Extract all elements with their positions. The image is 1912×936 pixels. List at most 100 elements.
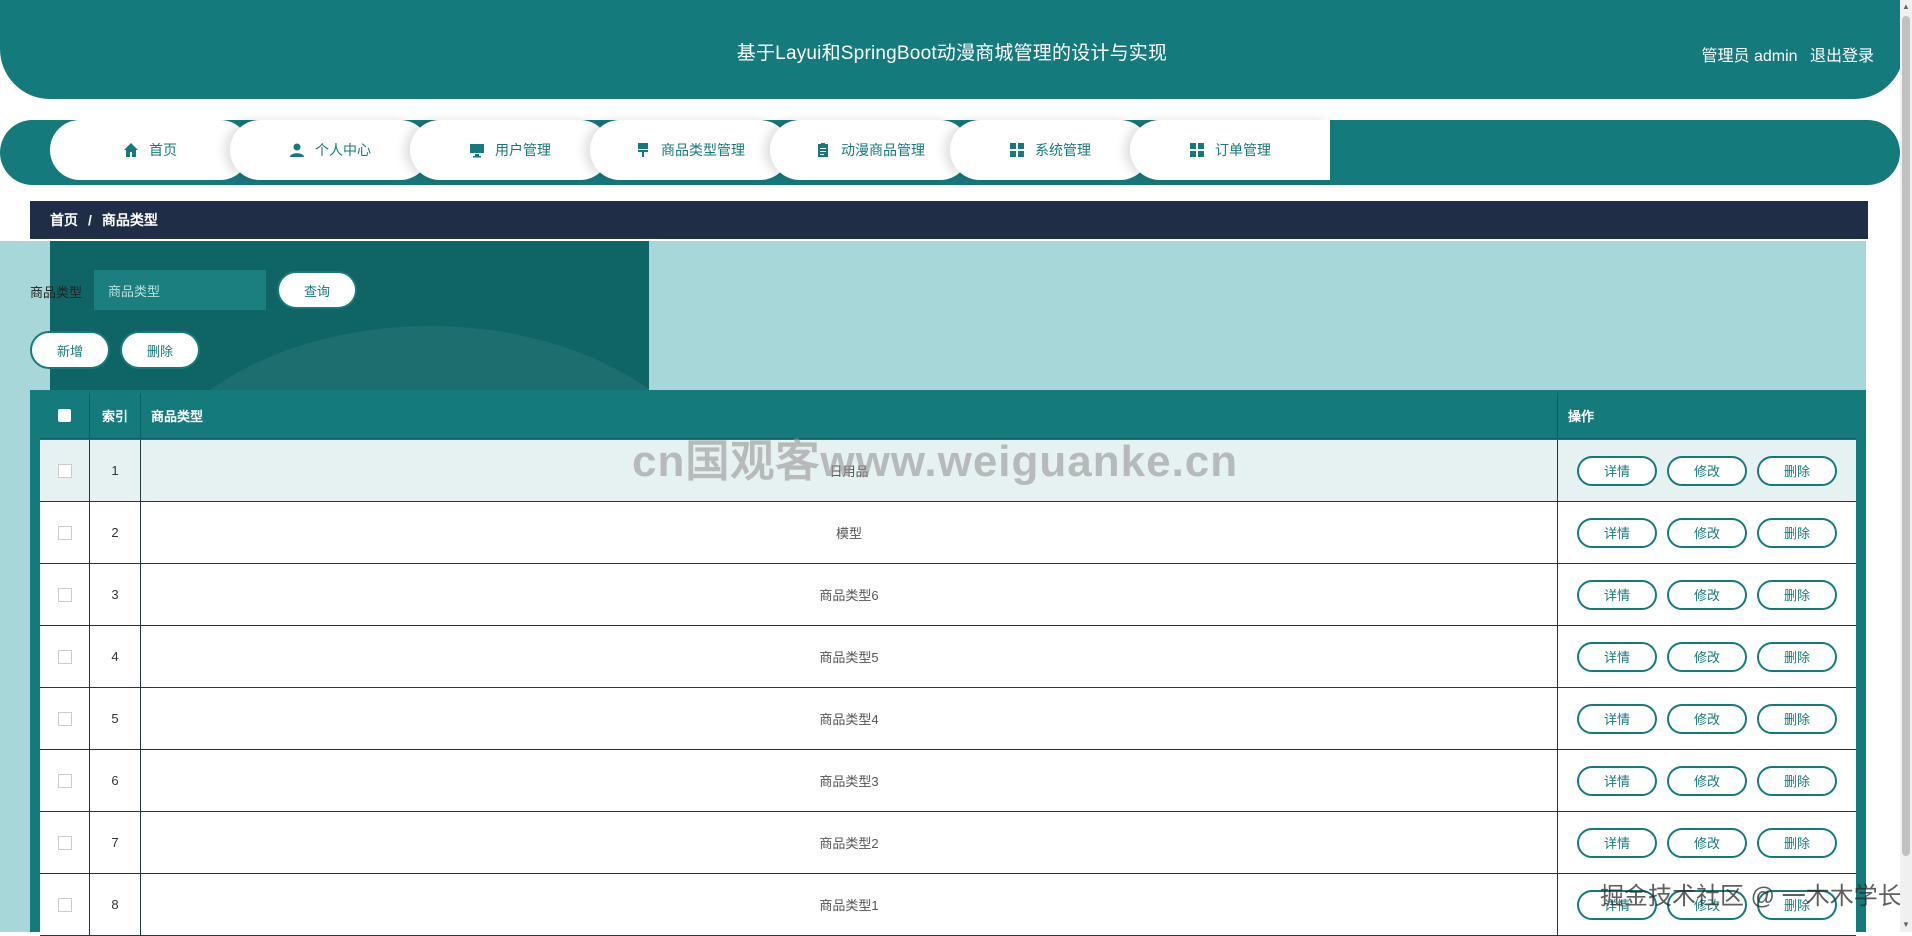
table-row: 7 商品类型2 详情 修改 删除 xyxy=(40,812,1856,874)
row-index: 7 xyxy=(90,812,141,873)
select-all-checkbox[interactable] xyxy=(58,409,71,422)
row-checkbox-cell xyxy=(40,626,90,687)
nav-item-profile[interactable]: 个人中心 xyxy=(230,120,430,180)
edit-button[interactable]: 修改 xyxy=(1667,579,1747,610)
row-checkbox-cell xyxy=(40,750,90,811)
edit-button[interactable]: 修改 xyxy=(1667,827,1747,858)
user-area: 管理员 admin 退出登录 xyxy=(1694,42,1875,66)
search-label: 商品类型 xyxy=(30,285,83,300)
row-name: 商品类型6 xyxy=(141,564,1558,625)
nav-label: 系统管理 xyxy=(1035,142,1091,158)
table-row: 6 商品类型3 详情 修改 删除 xyxy=(40,750,1856,812)
row-checkbox-cell xyxy=(40,812,90,873)
delete-button[interactable]: 删除 xyxy=(1757,641,1837,672)
row-checkbox-cell xyxy=(40,874,90,935)
breadcrumb-home[interactable]: 首页 xyxy=(50,210,78,230)
query-button[interactable]: 查询 xyxy=(277,271,357,309)
breadcrumb-separator: / xyxy=(88,212,92,228)
top-header: 基于Layui和SpringBoot动漫商城管理的设计与实现 管理员 admin… xyxy=(0,0,1904,99)
row-ops: 详情 修改 删除 xyxy=(1558,750,1856,811)
app-title: 基于Layui和SpringBoot动漫商城管理的设计与实现 xyxy=(736,43,1168,64)
detail-button[interactable]: 详情 xyxy=(1577,765,1657,796)
breadcrumb-current: 商品类型 xyxy=(101,212,158,228)
edit-button[interactable]: 修改 xyxy=(1667,517,1747,548)
grid-icon xyxy=(1009,142,1025,158)
nav-label: 个人中心 xyxy=(315,142,371,158)
edit-button[interactable]: 修改 xyxy=(1667,641,1747,672)
table-row: 2 模型 详情 修改 删除 xyxy=(40,502,1856,564)
delete-button[interactable]: 删除 xyxy=(1757,517,1837,548)
decorative-circle xyxy=(130,326,649,390)
row-checkbox[interactable] xyxy=(57,897,72,912)
nav-label: 首页 xyxy=(149,142,177,158)
nav-label: 用户管理 xyxy=(495,142,551,158)
nav-label: 商品类型管理 xyxy=(661,142,745,158)
row-checkbox[interactable] xyxy=(57,525,72,540)
brush-icon xyxy=(635,142,651,158)
nav-item-users[interactable]: 用户管理 xyxy=(410,120,610,180)
clipboard-icon xyxy=(815,142,831,158)
row-checkbox[interactable] xyxy=(57,773,72,788)
logout-link[interactable]: 退出登录 xyxy=(1810,48,1874,65)
grid-icon xyxy=(1189,142,1205,158)
row-index: 3 xyxy=(90,564,141,625)
edit-button[interactable]: 修改 xyxy=(1667,455,1747,486)
detail-button[interactable]: 详情 xyxy=(1577,703,1657,734)
user-icon xyxy=(289,142,305,158)
table-row: 5 商品类型4 详情 修改 删除 xyxy=(40,688,1856,750)
search-input[interactable]: 商品类型 xyxy=(94,270,266,310)
row-name: 商品类型1 xyxy=(141,874,1558,935)
header-checkbox-cell xyxy=(40,393,90,438)
delete-button[interactable]: 删除 xyxy=(1757,703,1837,734)
row-ops: 详情 修改 删除 xyxy=(1558,502,1856,563)
add-button[interactable]: 新增 xyxy=(30,331,110,369)
detail-button[interactable]: 详情 xyxy=(1577,827,1657,858)
center-watermark: cn国观客www.weiguanke.cn xyxy=(632,437,1239,486)
delete-button[interactable]: 删除 xyxy=(1757,455,1837,486)
nav-item-orders[interactable]: 订单管理 xyxy=(1130,120,1330,180)
row-checkbox[interactable] xyxy=(57,587,72,602)
detail-button[interactable]: 详情 xyxy=(1577,455,1657,486)
header-ops: 操作 xyxy=(1568,409,1595,424)
delete-button[interactable]: 删除 xyxy=(1757,579,1837,610)
table-body: 1 日用品 详情 修改 删除 2 模型 详情 修改 删除 3 商品类型6 详情 xyxy=(40,440,1856,936)
row-checkbox-cell xyxy=(40,440,90,501)
row-ops: 详情 修改 删除 xyxy=(1558,440,1856,501)
detail-button[interactable]: 详情 xyxy=(1577,641,1657,672)
row-ops: 详情 修改 删除 xyxy=(1558,812,1856,873)
row-name: 商品类型5 xyxy=(141,626,1558,687)
page-scrollbar[interactable]: ▲ ▼ xyxy=(1900,0,1912,932)
row-index: 8 xyxy=(90,874,141,935)
row-checkbox-cell xyxy=(40,564,90,625)
user-label: 管理员 admin xyxy=(1701,48,1798,65)
breadcrumb: 首页 / 商品类型 xyxy=(30,201,1868,239)
row-ops: 详情 修改 删除 xyxy=(1558,564,1856,625)
row-checkbox[interactable] xyxy=(57,463,72,478)
scrollbar-thumb[interactable] xyxy=(1902,16,1910,856)
header-index: 索引 xyxy=(90,393,141,438)
detail-button[interactable]: 详情 xyxy=(1577,579,1657,610)
row-ops: 详情 修改 删除 xyxy=(1558,688,1856,749)
nav-item-home[interactable]: 首页 xyxy=(50,120,250,180)
monitor-icon xyxy=(469,142,485,158)
edit-button[interactable]: 修改 xyxy=(1667,765,1747,796)
scroll-up-icon[interactable]: ▲ xyxy=(1902,2,1910,12)
batch-delete-button[interactable]: 删除 xyxy=(120,331,200,369)
row-name: 模型 xyxy=(141,502,1558,563)
edit-button[interactable]: 修改 xyxy=(1667,703,1747,734)
scroll-down-icon[interactable]: ▼ xyxy=(1902,920,1910,930)
row-ops: 详情 修改 删除 xyxy=(1558,626,1856,687)
row-checkbox[interactable] xyxy=(57,711,72,726)
delete-button[interactable]: 删除 xyxy=(1757,827,1837,858)
delete-button[interactable]: 删除 xyxy=(1757,765,1837,796)
table-row: 4 商品类型5 详情 修改 删除 xyxy=(40,626,1856,688)
row-index: 2 xyxy=(90,502,141,563)
detail-button[interactable]: 详情 xyxy=(1577,517,1657,548)
nav-item-product-types[interactable]: 商品类型管理 xyxy=(590,120,790,180)
nav-item-anime-products[interactable]: 动漫商品管理 xyxy=(770,120,970,180)
row-checkbox[interactable] xyxy=(57,835,72,850)
row-checkbox[interactable] xyxy=(57,649,72,664)
nav-label: 动漫商品管理 xyxy=(841,142,925,158)
row-index: 1 xyxy=(90,440,141,501)
nav-item-system[interactable]: 系统管理 xyxy=(950,120,1150,180)
